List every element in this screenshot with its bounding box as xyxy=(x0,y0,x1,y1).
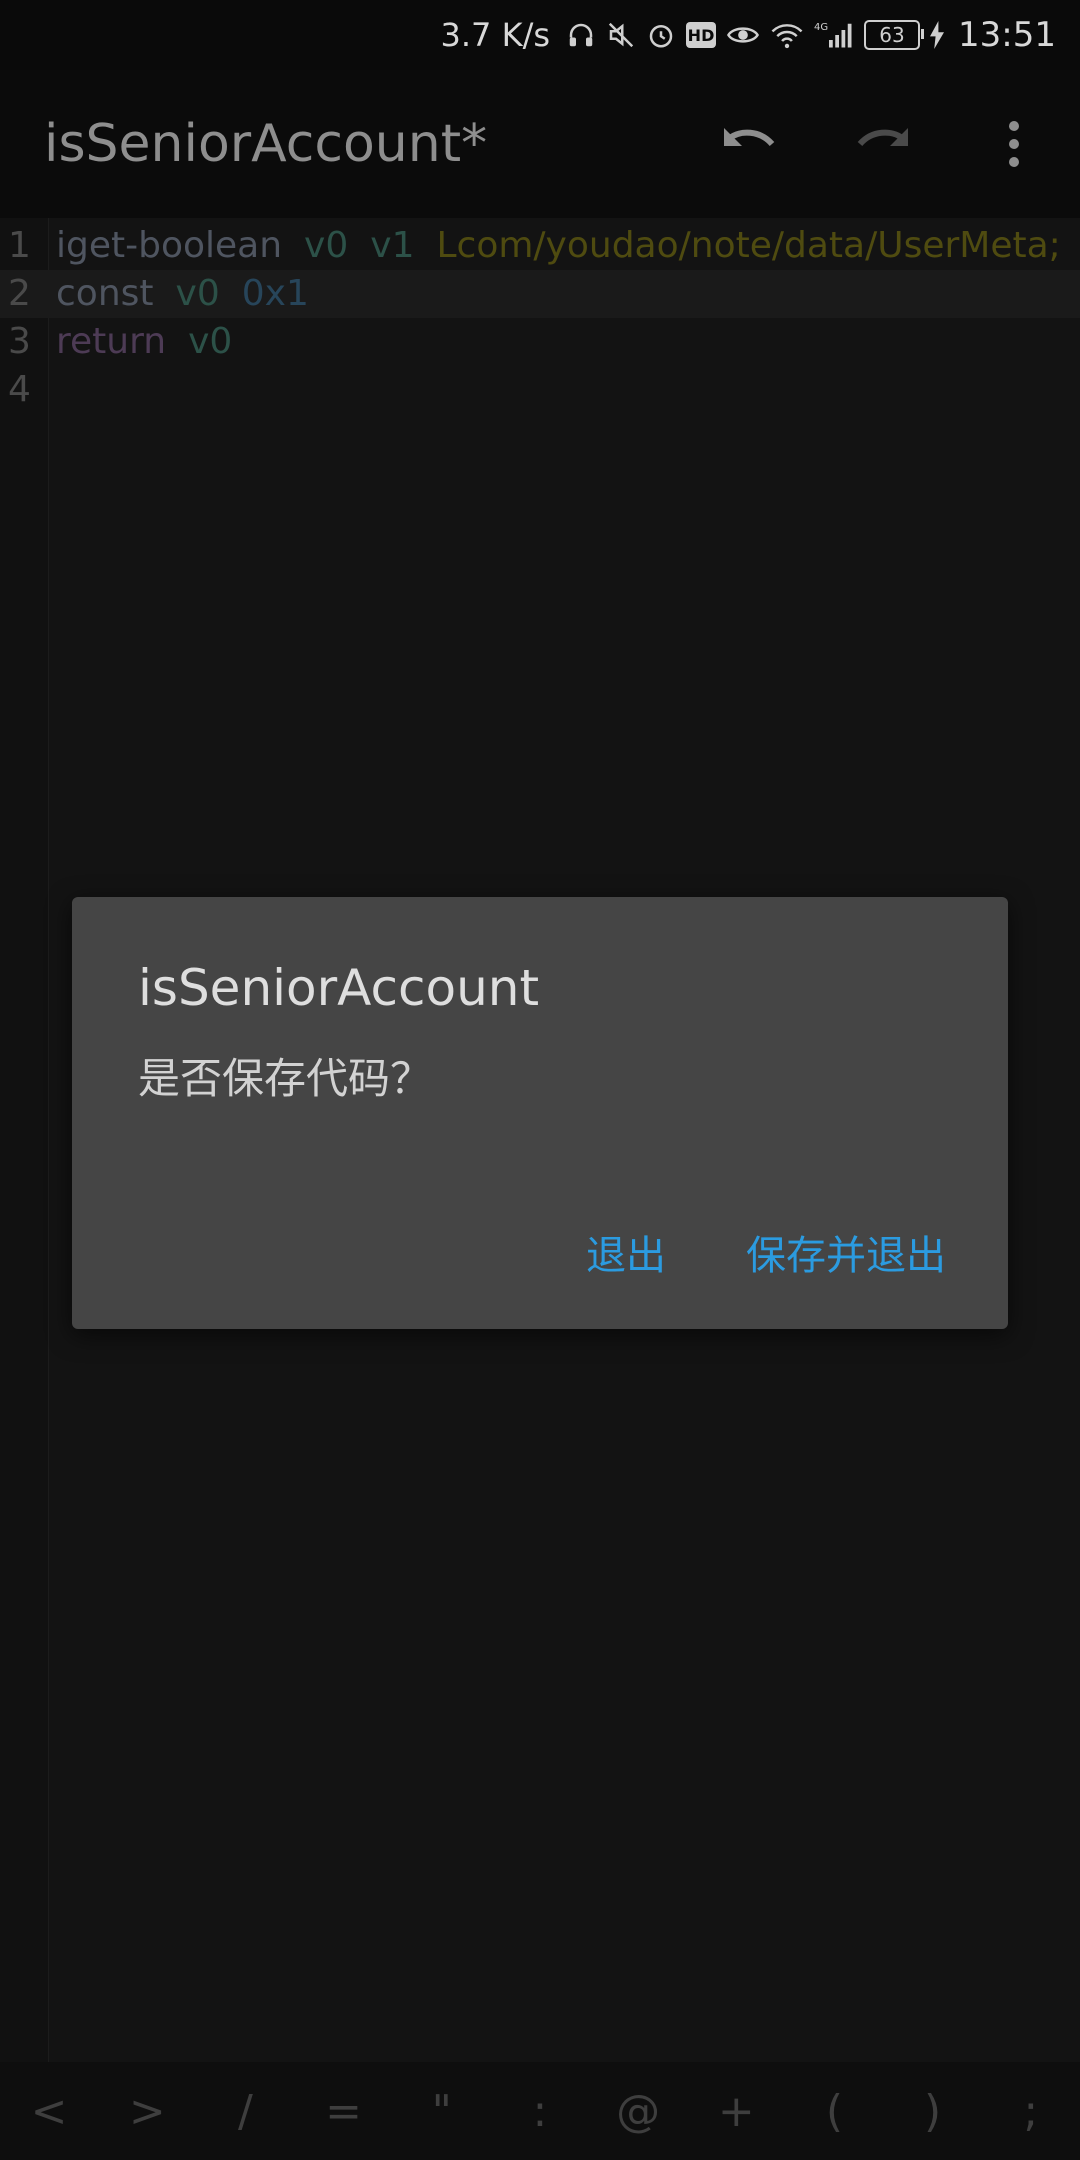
network-speed: 3.7 K/s xyxy=(440,16,551,54)
more-vert-icon xyxy=(1007,119,1021,173)
instruction-token: iget-boolean xyxy=(56,225,283,266)
save-and-exit-button[interactable]: 保存并退出 xyxy=(746,1223,946,1281)
instruction-token: return xyxy=(56,321,167,362)
symbol-key-equals[interactable]: = xyxy=(304,2086,384,2137)
alarm-icon xyxy=(646,20,676,50)
undo-button[interactable] xyxy=(714,110,786,182)
code-line-active[interactable]: 2 const v0 0x1 xyxy=(0,270,1080,318)
symbol-key-quote[interactable]: " xyxy=(402,2086,482,2137)
status-icons: 3.7 K/s HD 4G 63 13:51 xyxy=(441,0,1056,70)
dialog-message: 是否保存代码？ xyxy=(138,1054,433,1103)
wifi-icon xyxy=(770,20,804,50)
clock: 13:51 xyxy=(958,15,1056,55)
file-title: isSeniorAccount* xyxy=(44,114,488,174)
code-line[interactable]: 3 return v0 xyxy=(0,318,1080,366)
symbol-key-semicolon[interactable]: ; xyxy=(991,2086,1071,2137)
headphones-icon xyxy=(566,20,596,50)
register-token: v0 xyxy=(175,273,220,314)
svg-text:4G: 4G xyxy=(814,22,828,33)
eye-icon xyxy=(726,20,760,50)
symbol-key-plus[interactable]: + xyxy=(696,2086,776,2137)
redo-button[interactable] xyxy=(846,110,918,182)
code-line[interactable]: 1 iget-boolean v0 v1 Lcom/youdao/note/data/… xyxy=(0,222,1080,270)
line-number: 1 xyxy=(8,225,31,266)
mute-icon xyxy=(606,20,636,50)
cellular-signal-icon: 4G xyxy=(814,20,854,50)
dialog-title: isSeniorAccount xyxy=(138,959,540,1017)
literal-token: 0x1 xyxy=(241,273,309,314)
line-number: 2 xyxy=(8,273,31,314)
register-token: v0 xyxy=(188,321,233,362)
line-number: 4 xyxy=(8,369,31,410)
status-bar: 3.7 K/s HD 4G 63 13:51 xyxy=(0,0,1080,70)
symbol-key-slash[interactable]: / xyxy=(205,2086,285,2137)
save-dialog: isSeniorAccount 是否保存代码？ 退出 保存并退出 xyxy=(72,897,1008,1329)
line-number: 3 xyxy=(8,321,31,362)
code-text: const v0 0x1 xyxy=(56,270,309,318)
code-text: return v0 xyxy=(56,318,232,366)
hd-icon: HD xyxy=(686,22,717,48)
symbol-key-less-than[interactable]: < xyxy=(9,2086,89,2137)
symbol-key-colon[interactable]: : xyxy=(500,2086,580,2137)
exit-button[interactable]: 退出 xyxy=(586,1223,666,1281)
symbol-key-at[interactable]: @ xyxy=(598,2086,678,2137)
register-token: v1 xyxy=(370,225,415,266)
redo-icon xyxy=(852,122,912,170)
battery-icon: 63 xyxy=(864,20,925,50)
symbol-key-close-paren[interactable]: ) xyxy=(893,2086,973,2137)
more-options-button[interactable] xyxy=(978,110,1050,182)
charging-icon xyxy=(930,21,945,49)
symbol-key-greater-than[interactable]: > xyxy=(107,2086,187,2137)
symbol-key-open-paren[interactable]: ( xyxy=(794,2086,874,2137)
code-line[interactable]: 4 xyxy=(0,366,1080,414)
app-bar: isSeniorAccount* xyxy=(0,70,1080,218)
code-text: iget-boolean v0 v1 Lcom/youdao/note/data/Us… xyxy=(56,222,1061,270)
class-token: Lcom/youdao/note/data/UserMeta; xyxy=(436,225,1061,266)
undo-icon xyxy=(720,122,780,170)
line-number-gutter xyxy=(0,218,49,2062)
instruction-token: const xyxy=(56,273,154,314)
symbol-shortcut-bar: < > / = " : @ + ( ) ; xyxy=(0,2062,1080,2160)
register-token: v0 xyxy=(304,225,349,266)
